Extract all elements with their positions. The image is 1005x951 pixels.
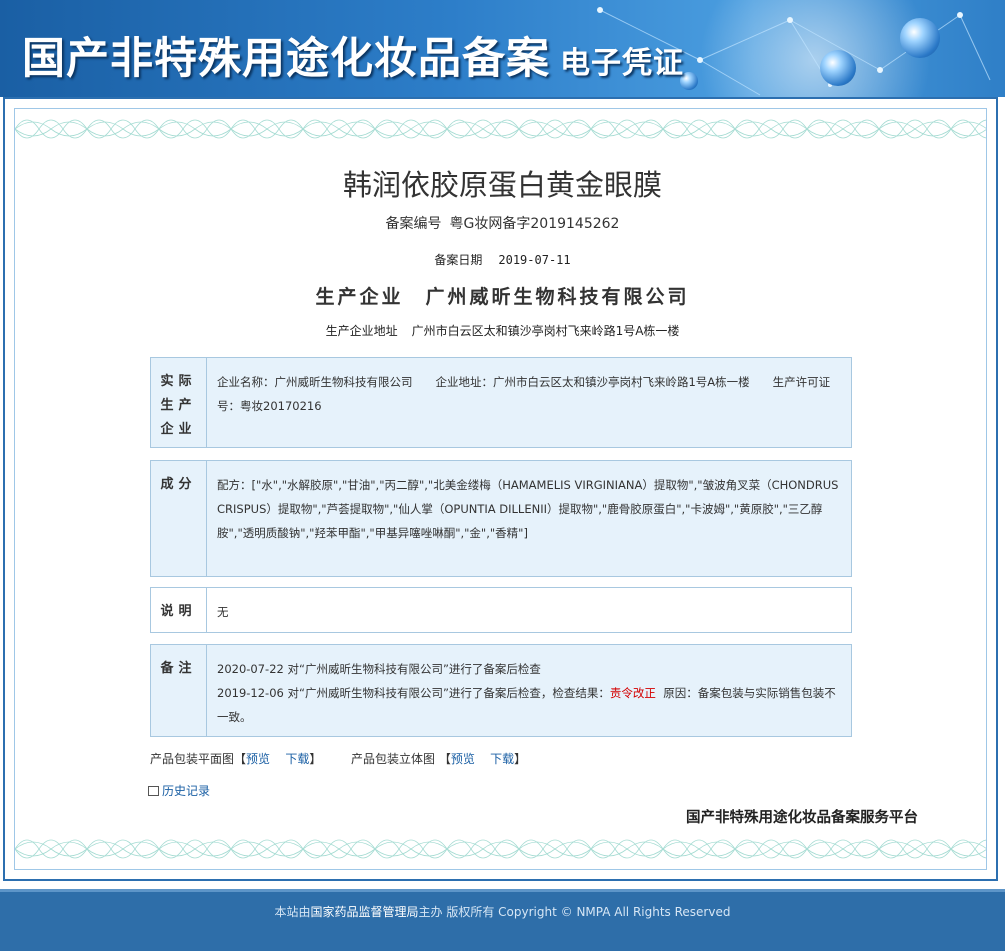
ingredients-label: 成分 — [151, 461, 207, 576]
banner-subtitle: 电子凭证 — [560, 46, 684, 81]
package-image-links: 产品包装平面图【预览 下载】 产品包装立体图 【预览 下载】 — [150, 752, 527, 766]
solid-package-label: 产品包装立体图 — [351, 752, 436, 766]
producer-address-value: 广州市白云区太和镇沙亭岗村飞来岭路1号A栋一楼 — [411, 324, 680, 338]
flat-package-label: 产品包装平面图 — [150, 752, 235, 766]
inspection-result-badge: 责令改正 — [609, 686, 656, 700]
registration-date-value: 2019-07-11 — [498, 253, 571, 267]
platform-name: 国产非特殊用途化妆品备案服务平台 — [686, 810, 918, 826]
flat-preview-link[interactable]: 预览 — [246, 752, 270, 766]
solid-download-link[interactable]: 下载 — [490, 752, 514, 766]
description-text: 无 — [217, 605, 229, 619]
producer-address: 生产企业地址 广州市白云区太和镇沙亭岗村飞来岭路1号A栋一楼 — [0, 322, 1005, 339]
producer: 生产企业 广州威昕生物科技有限公司 — [0, 282, 1005, 309]
window-icon — [148, 786, 159, 796]
registration-date: 备案日期 2019-07-11 — [0, 251, 1005, 268]
description-section: 说明 无 — [150, 587, 852, 633]
actual-producer-section: 实际 生产 企业 企业名称：广州威昕生物科技有限公司 企业地址：广州市白云区太和… — [150, 357, 852, 448]
guilloche-border-top — [15, 119, 986, 139]
registration-number-value: 粤G妆网备字2019145262 — [449, 216, 620, 232]
solid-preview-link[interactable]: 预览 — [451, 752, 475, 766]
producer-value: 广州威昕生物科技有限公司 — [425, 286, 690, 308]
ingredients-text: 配方：["水","水解胶原","甘油","丙二醇","北美金缕梅（HAMAMEL… — [217, 478, 839, 540]
product-name: 韩润依胶原蛋白黄金眼膜 — [342, 168, 662, 202]
registration-number: 备案编号 粤G妆网备字2019145262 — [0, 213, 1005, 233]
remarks-section: 备注 2020-07-22 对“广州威昕生物科技有限公司”进行了备案后检查 20… — [150, 644, 852, 737]
producer-address-label: 生产企业地址 — [325, 324, 398, 338]
history-link-label: 历史记录 — [162, 784, 211, 798]
ingredients-section: 成分 配方：["水","水解胶原","甘油","丙二醇","北美金缕梅（HAMA… — [150, 460, 852, 577]
footer: 本站由国家药品监督管理局主办 版权所有 Copyright © NMPA All… — [0, 889, 1005, 951]
footer-org: 国家药品监督管理局 — [310, 905, 419, 919]
remark-line-2: 2019-12-06 对“广州威昕生物科技有限公司”进行了备案后检查，检查结果：… — [217, 686, 836, 724]
registration-number-label: 备案编号 — [385, 216, 442, 232]
producer-label: 生产企业 — [315, 286, 404, 308]
flat-download-link[interactable]: 下载 — [285, 752, 309, 766]
remark-line-1: 2020-07-22 对“广州威昕生物科技有限公司”进行了备案后检查 — [217, 662, 541, 676]
registration-date-label: 备案日期 — [434, 253, 483, 267]
actual-producer-text: 企业名称：广州威昕生物科技有限公司 企业地址：广州市白云区太和镇沙亭岗村飞来岭路… — [217, 375, 831, 413]
actual-producer-label: 实际 生产 企业 — [151, 358, 207, 447]
history-link[interactable]: 历史记录 — [148, 782, 210, 799]
remarks-label: 备注 — [151, 645, 207, 736]
description-label: 说明 — [151, 588, 207, 632]
header-banner: 国产非特殊用途化妆品备案 电子凭证 — [0, 0, 1005, 97]
sphere-decoration-large — [900, 18, 940, 58]
sphere-decoration-medium — [820, 50, 856, 86]
remarks-text: 2020-07-22 对“广州威昕生物科技有限公司”进行了备案后检查 2019-… — [207, 645, 851, 736]
guilloche-border-bottom — [15, 839, 986, 859]
banner-title: 国产非特殊用途化妆品备案 电子凭证 — [22, 34, 684, 84]
